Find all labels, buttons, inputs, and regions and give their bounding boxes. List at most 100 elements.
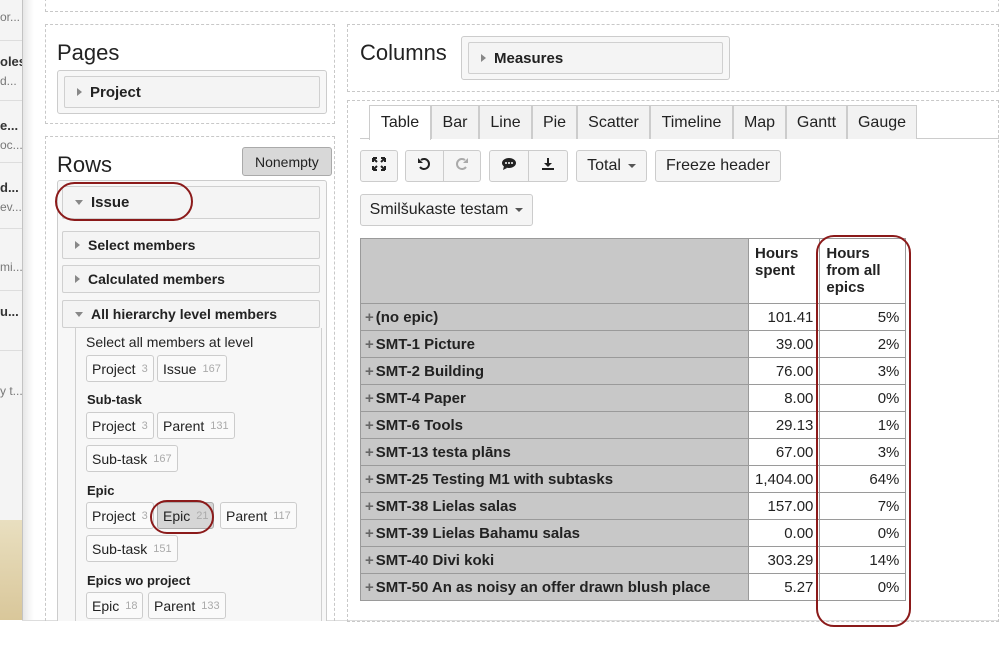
level-chip-issue[interactable]: Issue 167 <box>157 355 227 382</box>
select-members-section[interactable]: Select members <box>62 231 320 259</box>
row-header[interactable]: + SMT-6 Tools <box>360 411 749 439</box>
dataset-dropdown[interactable]: Smilšukaste testam <box>360 194 533 226</box>
strip-text: e... <box>0 118 19 133</box>
subtask-chip-subtask[interactable]: Sub-task 167 <box>86 445 178 472</box>
columns-dimension-measures[interactable]: Measures <box>468 42 723 74</box>
select-all-label: Select all members at level <box>86 334 254 350</box>
cell-hours-spent: 101.41 <box>747 303 821 331</box>
columns-title: Columns <box>360 40 447 65</box>
epicswo-chip-epic[interactable]: Epic 18 <box>86 592 144 619</box>
plus-icon[interactable]: + <box>365 498 374 515</box>
row-header[interactable]: + (no epic) <box>360 303 749 331</box>
top-panel <box>45 0 999 12</box>
total-dropdown[interactable]: Total <box>576 150 647 182</box>
cell-hours-spent: 0.00 <box>747 519 821 547</box>
group-title-subtask: Sub-task <box>87 392 142 407</box>
row-header[interactable]: + SMT-4 Paper <box>360 384 749 412</box>
strip-text: u... <box>0 304 19 319</box>
level-chip-project[interactable]: Project 3 <box>86 355 154 382</box>
tab-pie[interactable]: Pie <box>532 105 577 139</box>
pages-dimension-project[interactable]: Project <box>64 76 320 108</box>
row-header[interactable]: + SMT-38 Lielas salas <box>360 492 749 520</box>
plus-icon[interactable]: + <box>365 363 374 380</box>
tab-line[interactable]: Line <box>479 105 532 139</box>
group-title-epic: Epic <box>87 483 115 498</box>
plus-icon[interactable]: + <box>365 444 374 461</box>
expand-right-icon <box>75 275 80 283</box>
expand-right-icon <box>481 54 486 62</box>
epic-chip-subtask[interactable]: Sub-task 151 <box>86 535 178 562</box>
comment-icon <box>501 157 517 176</box>
strip-text: or... <box>0 10 21 24</box>
cell-hours-spent: 39.00 <box>747 330 821 358</box>
annotation-oval-epic <box>150 500 214 534</box>
plus-icon[interactable]: + <box>365 336 374 353</box>
cell-hours-spent: 303.29 <box>747 546 821 574</box>
plus-icon[interactable]: + <box>365 390 374 407</box>
row-header[interactable]: + SMT-1 Picture <box>360 330 749 358</box>
chevron-down-icon <box>515 208 524 212</box>
epic-chip-project[interactable]: Project 3 <box>86 502 154 529</box>
tab-table[interactable]: Table <box>369 105 431 140</box>
nonempty-toggle[interactable]: Nonempty <box>242 147 332 176</box>
cell-hours-spent: 157.00 <box>747 492 821 520</box>
collapse-down-icon <box>75 311 83 317</box>
plus-icon[interactable]: + <box>365 525 374 542</box>
plus-icon[interactable]: + <box>365 417 374 434</box>
strip-text: oles <box>0 54 22 69</box>
redo-icon <box>455 157 469 176</box>
strip-text: mi... <box>0 260 23 274</box>
row-header[interactable]: + SMT-2 Building <box>360 357 749 385</box>
group-title-epics-wo-project: Epics wo project <box>87 573 191 588</box>
plus-icon[interactable]: + <box>365 579 374 596</box>
subtask-chip-parent[interactable]: Parent 131 <box>157 412 235 439</box>
tab-gantt[interactable]: Gantt <box>786 105 847 139</box>
tab-bar[interactable]: Bar <box>431 105 479 139</box>
subtask-chip-project[interactable]: Project 3 <box>86 412 154 439</box>
pages-dimension-box: Project <box>57 70 327 114</box>
strip-text: y t... <box>0 384 23 398</box>
all-hierarchy-section[interactable]: All hierarchy level members <box>62 300 320 328</box>
download-button[interactable] <box>528 151 567 181</box>
table-corner <box>360 238 749 304</box>
background-window-strip: or... oles d... e... oc... d... ev... mi… <box>0 0 23 620</box>
row-header[interactable]: + SMT-40 Divi koki <box>360 546 749 574</box>
comment-button[interactable] <box>490 151 528 181</box>
cell-hours-spent: 8.00 <box>747 384 821 412</box>
comment-download-group <box>489 150 568 182</box>
plus-icon[interactable]: + <box>365 309 374 326</box>
pages-title: Pages <box>57 40 120 65</box>
tab-timeline[interactable]: Timeline <box>650 105 733 139</box>
annotation-oval-hours-from-all-epics <box>816 235 911 627</box>
columns-dimension-box: Measures <box>461 36 730 80</box>
freeze-header-button[interactable]: Freeze header <box>655 150 781 182</box>
column-header-hours-spent[interactable]: Hours spent <box>747 238 821 304</box>
annotation-oval-issue <box>55 182 193 221</box>
row-header[interactable]: + SMT-25 Testing M1 with subtasks <box>360 465 749 493</box>
strip-text: d... <box>0 74 17 88</box>
row-header[interactable]: + SMT-39 Lielas Bahamu salas <box>360 519 749 547</box>
row-header[interactable]: + SMT-13 testa plāns <box>360 438 749 466</box>
epicswo-chip-parent[interactable]: Parent 133 <box>148 592 226 619</box>
cell-hours-spent: 5.27 <box>747 573 821 601</box>
cell-hours-spent: 67.00 <box>747 438 821 466</box>
tab-scatter[interactable]: Scatter <box>577 105 650 139</box>
plus-icon[interactable]: + <box>365 471 374 488</box>
cell-hours-spent: 76.00 <box>747 357 821 385</box>
strip-text: ev... <box>0 200 22 214</box>
chevron-down-icon <box>627 164 636 168</box>
plus-icon[interactable]: + <box>365 552 374 569</box>
expand-right-icon <box>77 88 82 96</box>
calculated-members-section[interactable]: Calculated members <box>62 265 320 293</box>
undo-button[interactable] <box>406 151 443 181</box>
tab-gauge[interactable]: Gauge <box>847 105 917 139</box>
expand-right-icon <box>75 241 80 249</box>
redo-button[interactable] <box>442 151 481 181</box>
epic-chip-parent[interactable]: Parent 117 <box>220 502 297 529</box>
row-header[interactable]: + SMT-50 An as noisy an offer drawn blush… <box>360 573 749 601</box>
expand-icon <box>372 156 386 176</box>
fullscreen-button[interactable] <box>360 150 398 182</box>
tab-map[interactable]: Map <box>733 105 786 139</box>
undo-icon <box>417 157 431 176</box>
cell-hours-spent: 1,404.00 <box>747 465 821 493</box>
